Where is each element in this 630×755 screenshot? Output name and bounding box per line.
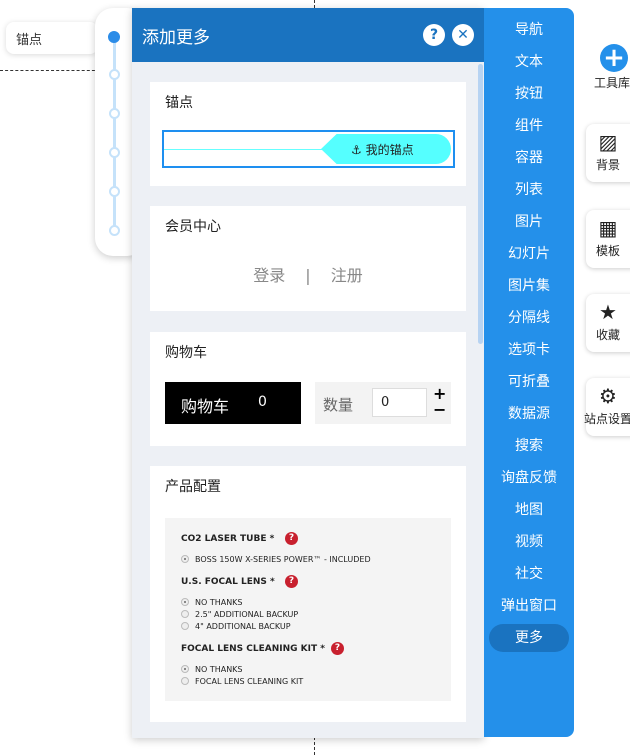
anchor-widget-card[interactable]: 锚点 ⚓ 我的锚点: [150, 82, 466, 186]
cart-card[interactable]: 购物车 购物车 0 数量 0 + −: [150, 332, 466, 446]
nav-item[interactable]: 组件: [484, 110, 574, 142]
scrollbar[interactable]: [478, 64, 483, 344]
help-icon: ?: [285, 575, 298, 588]
nav-item[interactable]: 文本: [484, 46, 574, 78]
option-label: 2.5" ADDITIONAL BACKUP: [195, 609, 299, 619]
card-title: 会员中心: [165, 219, 221, 235]
card-title: 锚点: [165, 95, 193, 111]
timeline-dot[interactable]: [109, 186, 120, 197]
card-title: 购物车: [165, 345, 207, 361]
radio-icon: [181, 555, 189, 563]
panel-title: 添加更多: [142, 27, 210, 48]
timeline-dot[interactable]: [109, 69, 120, 80]
side-label: 站点设置: [583, 412, 630, 426]
card-title: 产品配置: [165, 479, 221, 495]
anchor-preview: ⚓ 我的锚点: [162, 130, 455, 168]
side-label: 背景: [595, 158, 620, 172]
site-settings-button[interactable]: ⚙ 站点设置: [584, 378, 630, 436]
nav-item[interactable]: 可折叠: [484, 366, 574, 398]
panel-header: 添加更多 ? ✕: [132, 8, 484, 62]
close-button[interactable]: ✕: [452, 24, 474, 46]
help-icon: ?: [331, 642, 344, 655]
nav-item[interactable]: 图片集: [484, 270, 574, 302]
register-link: 注册: [330, 266, 363, 285]
nav-item[interactable]: 列表: [484, 174, 574, 206]
template-button[interactable]: ▦ 模板: [586, 210, 630, 268]
radio-icon: [181, 665, 189, 673]
nav-item[interactable]: 按钮: [484, 78, 574, 110]
option-label: BOSS 150W X-SERIES POWER™ - INCLUDED: [195, 554, 371, 564]
quantity-stepper-preview: 数量 0 + −: [315, 382, 451, 424]
nav-item[interactable]: 视频: [484, 526, 574, 558]
cart-button-preview: 购物车 0: [165, 382, 301, 424]
radio-icon: [181, 622, 189, 630]
timeline-dot-active[interactable]: [108, 31, 120, 43]
widget-category-nav: 导航 文本 按钮 组件 容器 列表 图片 幻灯片 图片集 分隔线 选项卡 可折叠 数据源 搜索 询盘反馈 地图…: [484, 8, 574, 737]
nav-item[interactable]: 搜索: [484, 430, 574, 462]
favorites-button[interactable]: ★ 收藏: [586, 294, 630, 352]
timeline-dot[interactable]: [109, 108, 120, 119]
nav-item[interactable]: 社交: [484, 558, 574, 590]
background-button[interactable]: ▨ 背景: [586, 124, 630, 182]
anchor-line: [164, 149, 334, 150]
anchor-pill-label: 我的锚点: [365, 143, 414, 157]
help-button[interactable]: ?: [423, 24, 445, 46]
quantity-input: 0: [372, 388, 427, 417]
product-config-preview: CO2 LASER TUBE *? BOSS 150W X-SERIES POW…: [165, 518, 451, 701]
cart-count: 0: [258, 394, 267, 410]
option-group-title: U.S. FOCAL LENS *: [181, 576, 275, 587]
nav-item[interactable]: 更多: [489, 624, 569, 652]
radio-icon: [181, 598, 189, 606]
toolbox-tab[interactable]: + 工具库: [588, 44, 630, 91]
radio-icon: [181, 610, 189, 618]
plus-circle-icon: +: [600, 44, 628, 72]
cart-label: 购物车: [181, 397, 230, 416]
toolbox-label: 工具库: [593, 76, 630, 90]
nav-item[interactable]: 数据源: [484, 398, 574, 430]
timeline-dot[interactable]: [109, 147, 120, 158]
option-label: NO THANKS: [195, 597, 243, 607]
guide-line-horizontal: [0, 70, 100, 71]
nav-item[interactable]: 幻灯片: [484, 238, 574, 270]
nav-item[interactable]: 弹出窗口: [484, 590, 574, 622]
hatched-square-icon: ▨: [598, 130, 618, 154]
anchor-tooltip: 锚点: [6, 22, 98, 54]
side-label: 收藏: [595, 328, 620, 342]
nav-item[interactable]: 分隔线: [484, 302, 574, 334]
grid-icon: ▦: [598, 216, 618, 240]
option-label: 4" ADDITIONAL BACKUP: [195, 621, 291, 631]
add-more-panel: 添加更多 ? ✕ 锚点 ⚓ 我的锚点 会员中心 登录 | 注册 购物车 购物车 0 数…: [132, 8, 484, 738]
product-config-card[interactable]: 产品配置 CO2 LASER TUBE *? BOSS 150W X-SERIE…: [150, 466, 466, 722]
side-label: 模板: [595, 244, 620, 258]
nav-item[interactable]: 询盘反馈: [484, 462, 574, 494]
star-plus-icon: ★: [599, 300, 617, 324]
member-center-card[interactable]: 会员中心 登录 | 注册: [150, 206, 466, 311]
nav-item[interactable]: 导航: [484, 14, 574, 46]
minus-icon: −: [433, 400, 447, 419]
nav-item[interactable]: 地图: [484, 494, 574, 526]
nav-item[interactable]: 图片: [484, 206, 574, 238]
nav-item[interactable]: 容器: [484, 142, 574, 174]
option-label: FOCAL LENS CLEANING KIT: [195, 676, 304, 686]
option-label: NO THANKS: [195, 664, 243, 674]
radio-icon: [181, 677, 189, 685]
option-group-title: FOCAL LENS CLEANING KIT *: [181, 643, 325, 654]
separator: |: [305, 266, 311, 285]
timeline-track: [113, 38, 116, 230]
anchor-pill: ⚓ 我的锚点: [321, 134, 451, 164]
option-group-title: CO2 LASER TUBE *: [181, 533, 275, 544]
help-icon: ?: [285, 532, 298, 545]
anchor-icon: ⚓: [351, 143, 366, 157]
timeline-dot[interactable]: [109, 225, 120, 236]
gears-icon: ⚙: [599, 384, 617, 408]
nav-item[interactable]: 选项卡: [484, 334, 574, 366]
quantity-label: 数量: [323, 396, 354, 414]
login-link: 登录: [253, 266, 286, 285]
